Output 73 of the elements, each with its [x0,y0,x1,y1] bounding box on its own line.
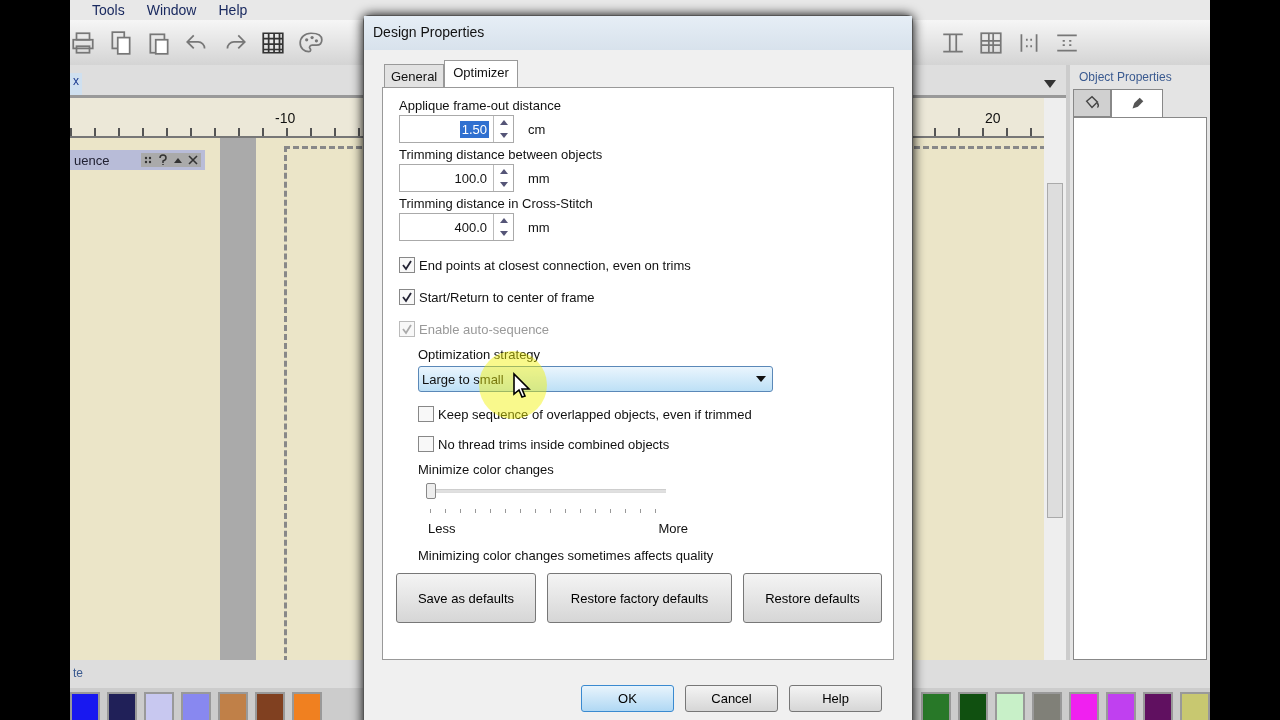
panel-title: Object Properties [1078,69,1173,86]
ruler-label: 20 [985,110,1001,126]
field-label: Trimming distance in Cross-Stitch [399,196,594,213]
color-swatch[interactable] [181,692,211,720]
palette-label: te [73,666,83,680]
panel-controls-icon[interactable] [141,153,201,167]
note-text: Minimizing color changes sometimes affects quality [418,548,715,563]
slider-thumb[interactable] [426,483,436,499]
up-arrow-icon[interactable] [499,120,508,125]
field-label: Trimming distance between objects [399,147,604,164]
dropdown-arrow-icon[interactable] [1044,80,1056,88]
button[interactable]: Help [789,685,882,712]
field-label: Applique frame-out distance [399,98,562,115]
button[interactable]: Cancel [685,685,778,712]
color-swatch[interactable] [1143,692,1173,720]
checkbox-label: Enable auto-sequence [419,321,550,337]
slider-max-label: More [658,521,688,536]
slider-label: Minimize color changes [418,462,555,477]
button[interactable]: Restore factory defaults [547,573,732,623]
number-field[interactable]: 100.0 [399,164,514,192]
color-swatch[interactable] [958,692,988,720]
down-arrow-icon[interactable] [499,182,508,187]
color-swatch[interactable] [144,692,174,720]
color-swatch[interactable] [255,692,285,720]
checkbox[interactable] [399,257,415,273]
button[interactable]: OK [581,685,674,712]
up-arrow-icon[interactable] [499,169,508,174]
checkbox[interactable] [418,406,434,422]
color-swatch[interactable] [921,692,951,720]
grid-icon[interactable] [260,29,286,56]
dropdown[interactable]: Large to small [418,366,773,392]
checkbox[interactable] [399,289,415,305]
menu-item[interactable]: Window [146,2,197,18]
color-swatch[interactable] [292,692,322,720]
fill-tab[interactable] [1073,89,1111,117]
button[interactable]: Restore defaults [743,573,882,623]
unit-label: mm [528,170,550,186]
unit-label: cm [528,121,546,137]
color-swatch[interactable] [218,692,248,720]
down-arrow-icon[interactable] [499,231,508,236]
color-swatch[interactable] [995,692,1025,720]
unit-label: mm [528,219,550,235]
checkbox-label: Start/Return to center of frame [419,289,595,305]
outline-tab[interactable] [1111,89,1163,117]
copy-icon[interactable] [108,29,134,56]
color-swatch[interactable] [1069,692,1099,720]
menu-item[interactable]: Tools [92,2,125,18]
color-swatch[interactable] [107,692,137,720]
tab[interactable]: General [384,64,445,88]
checkbox-label: End points at closest connection, even on trims [419,257,691,273]
document-tab[interactable]: x [70,73,82,95]
checkbox[interactable] [418,436,434,452]
window-title: Design Properties [364,16,912,50]
number-field[interactable]: 400.0 [399,213,514,241]
slider-min-label: Less [428,521,456,536]
up-arrow-icon[interactable] [499,218,508,223]
vertical-scrollbar[interactable] [1044,98,1066,660]
ruler-label: -10 [275,110,296,126]
dropdown-arrow-icon [756,376,766,382]
menu-item[interactable]: Help [218,2,248,18]
color-swatch[interactable] [1032,692,1062,720]
button[interactable]: Save as defaults [396,573,536,623]
color-swatch[interactable] [70,692,100,720]
checkbox-label: Keep sequence of overlapped objects, even if trimmed [438,406,752,422]
panel-title: uence [74,152,110,168]
number-field[interactable]: 1.50 [399,115,514,143]
field-label: Optimization strategy [418,347,542,362]
tab[interactable]: Optimizer [444,60,518,88]
down-arrow-icon[interactable] [499,133,508,138]
checkbox-label: No thread trims inside combined objects [438,436,670,452]
printer-icon[interactable] [70,29,96,56]
color-swatch[interactable] [1180,692,1210,720]
color-swatch[interactable] [1106,692,1136,720]
